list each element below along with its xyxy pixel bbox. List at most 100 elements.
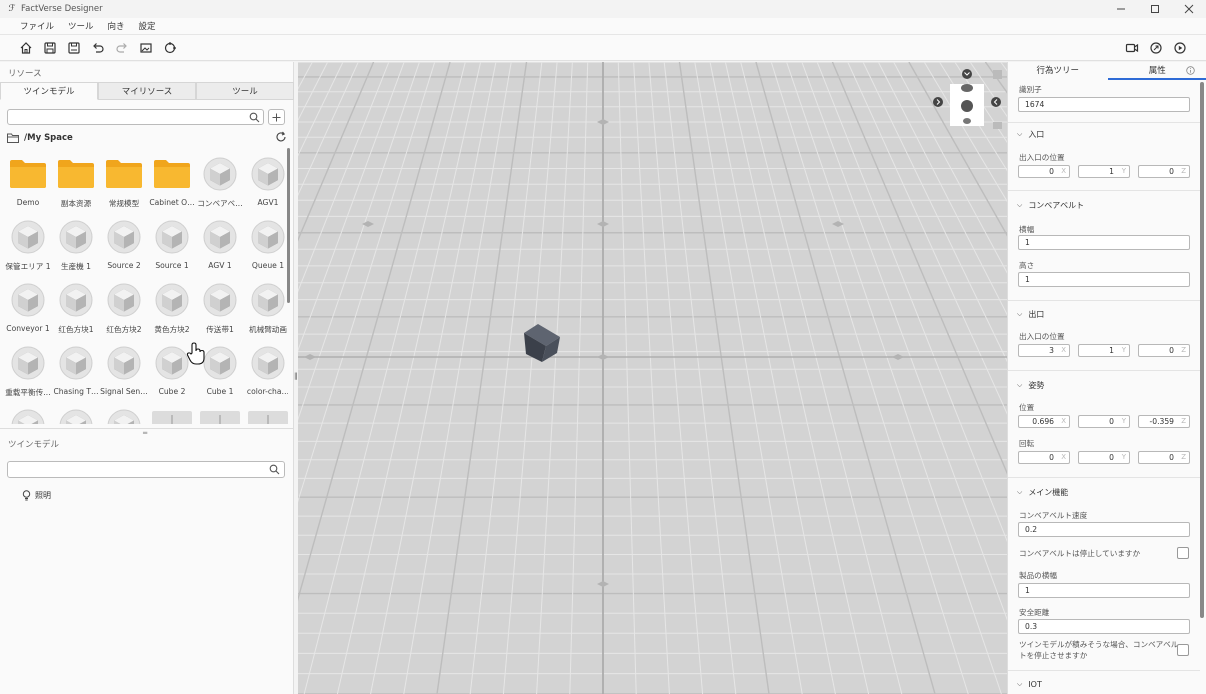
section-iot[interactable]: ⌵ IOT — [1017, 680, 1042, 689]
plus-icon — [272, 113, 281, 121]
resource-item[interactable]: color-cha… — [244, 343, 288, 401]
entrance-y-input[interactable]: 1Y — [1078, 165, 1130, 178]
safe-distance-input[interactable]: 0.3 — [1018, 619, 1190, 634]
rotation-y-input[interactable]: 0Y — [1078, 451, 1130, 464]
resource-item[interactable]: AGV1 — [244, 154, 288, 212]
section-exit-title: 出口 — [1028, 310, 1045, 319]
resource-item[interactable] — [196, 406, 244, 424]
exit-z-input[interactable]: 0Z — [1138, 344, 1190, 357]
menu-tools[interactable]: ツール — [68, 20, 94, 32]
resource-item[interactable] — [52, 406, 100, 424]
scene-viewport[interactable] — [298, 62, 1007, 694]
resource-item[interactable]: 副本资源 — [52, 154, 100, 212]
resource-item[interactable]: 保管エリア 1 — [4, 217, 52, 275]
section-pose-title: 姿勢 — [1028, 381, 1045, 390]
resource-name: color-cha… — [246, 387, 288, 396]
home-button[interactable] — [14, 37, 38, 59]
twin-search-input[interactable] — [7, 461, 285, 478]
resource-item[interactable]: 常规模型 — [100, 154, 148, 212]
entrance-x-input[interactable]: 0X — [1018, 165, 1070, 178]
menu-settings[interactable]: 設定 — [139, 20, 156, 32]
minimize-button[interactable] — [1104, 0, 1138, 18]
add-resource-button[interactable] — [268, 109, 285, 125]
resource-item[interactable]: 黄色方块2 — [148, 280, 196, 338]
position-z-input[interactable]: -0.359 Z — [1138, 415, 1190, 428]
resource-grid: Demo 副本资源 常规模型 Cabinet O… コンベアベ… AGV1 保管エリア 1 生… — [4, 154, 288, 424]
panel-splitter[interactable]: ═ — [0, 428, 294, 437]
properties-scrollbar[interactable] — [1200, 82, 1204, 618]
resource-item[interactable]: Source 2 — [100, 217, 148, 275]
resource-item[interactable]: Source 1 — [148, 217, 196, 275]
resource-name: Queue 1 — [251, 261, 285, 270]
exit-x-input[interactable]: 3X — [1018, 344, 1070, 357]
resource-item[interactable] — [100, 406, 148, 424]
resource-item[interactable]: 红色方块2 — [100, 280, 148, 338]
exit-y-input[interactable]: 1Y — [1078, 344, 1130, 357]
save-button[interactable] — [38, 37, 62, 59]
cube-model-icon — [59, 220, 93, 254]
product-width-input[interactable]: 1 — [1018, 583, 1190, 598]
resource-item[interactable]: Conveyor 1 — [4, 280, 52, 338]
tree-item-lighting[interactable]: 照明 — [22, 490, 51, 501]
screenshot-button[interactable] — [134, 37, 158, 59]
resource-item[interactable]: 传送带1 — [196, 280, 244, 338]
tab-tools[interactable]: ツール — [196, 82, 294, 100]
resource-item[interactable]: Cabinet O… — [148, 154, 196, 212]
section-entrance[interactable]: ⌵ 入口 — [1017, 129, 1044, 140]
record-button[interactable] — [1120, 37, 1144, 59]
section-exit[interactable]: ⌵ 出口 — [1017, 309, 1044, 320]
entrance-z-input[interactable]: 0Z — [1138, 165, 1190, 178]
menu-file[interactable]: ファイル — [20, 20, 54, 32]
width-input[interactable]: 1 — [1018, 235, 1190, 250]
speed-label: コンベアベルト速度 — [1019, 511, 1088, 520]
tab-attributes[interactable]: 属性 — [1107, 62, 1206, 80]
resource-item[interactable]: コンベアベ… — [196, 154, 244, 212]
resource-item[interactable]: 生産機 1 — [52, 217, 100, 275]
sync-button[interactable] — [158, 37, 182, 59]
publish-button[interactable] — [1144, 37, 1168, 59]
identifier-input[interactable]: 1674 — [1018, 97, 1190, 112]
resource-item[interactable] — [4, 406, 52, 424]
resource-item[interactable] — [244, 406, 288, 424]
maximize-button[interactable] — [1138, 0, 1172, 18]
resource-item[interactable]: 重载平衡传… — [4, 343, 52, 401]
resource-name: Source 1 — [155, 261, 189, 270]
position-x-input[interactable]: 0.696 X — [1018, 415, 1070, 428]
tab-my-resources[interactable]: マイリソース — [98, 82, 196, 100]
refresh-icon[interactable] — [275, 131, 287, 143]
resource-search-input[interactable] — [7, 109, 264, 125]
height-input[interactable]: 1 — [1018, 272, 1190, 287]
tab-behavior-tree[interactable]: 行為ツリー — [1008, 62, 1108, 80]
resource-item[interactable]: 机械臂动画 — [244, 280, 288, 338]
speed-input[interactable]: 0.2 — [1018, 522, 1190, 537]
section-main-function[interactable]: ⌵ メイン機能 — [1017, 487, 1068, 498]
resource-item[interactable] — [148, 406, 196, 424]
resource-thumbnail — [152, 156, 192, 192]
rotation-z-input[interactable]: 0Z — [1138, 451, 1190, 464]
info-icon[interactable] — [1186, 66, 1195, 75]
undo-button[interactable] — [86, 37, 110, 59]
resource-thumbnail — [248, 282, 288, 318]
resource-item[interactable]: Signal Sen… — [100, 343, 148, 401]
stopped-checkbox[interactable] — [1177, 547, 1189, 559]
section-conveyor[interactable]: ⌵ コンベアベルト — [1017, 200, 1084, 211]
resource-item[interactable]: AGV 1 — [196, 217, 244, 275]
scene-canvas[interactable] — [298, 62, 1007, 694]
redo-button[interactable] — [110, 37, 134, 59]
play-icon — [1174, 42, 1186, 54]
section-conveyor-title: コンベアベルト — [1028, 201, 1085, 210]
jam-stop-checkbox[interactable] — [1177, 644, 1189, 656]
close-button[interactable] — [1172, 0, 1206, 18]
save-as-button[interactable] — [62, 37, 86, 59]
resource-item[interactable]: 红色方块1 — [52, 280, 100, 338]
resource-item[interactable]: Chasing T… — [52, 343, 100, 401]
resource-item[interactable]: Demo — [4, 154, 52, 212]
resource-item[interactable]: Queue 1 — [244, 217, 288, 275]
rotation-x-input[interactable]: 0X — [1018, 451, 1070, 464]
section-pose[interactable]: ⌵ 姿勢 — [1017, 380, 1044, 391]
resource-scrollbar[interactable] — [287, 148, 290, 303]
play-button[interactable] — [1168, 37, 1192, 59]
menu-view[interactable]: 向き — [108, 20, 125, 32]
position-y-input[interactable]: 0Y — [1078, 415, 1130, 428]
tab-twin-models[interactable]: ツインモデル — [0, 82, 98, 100]
